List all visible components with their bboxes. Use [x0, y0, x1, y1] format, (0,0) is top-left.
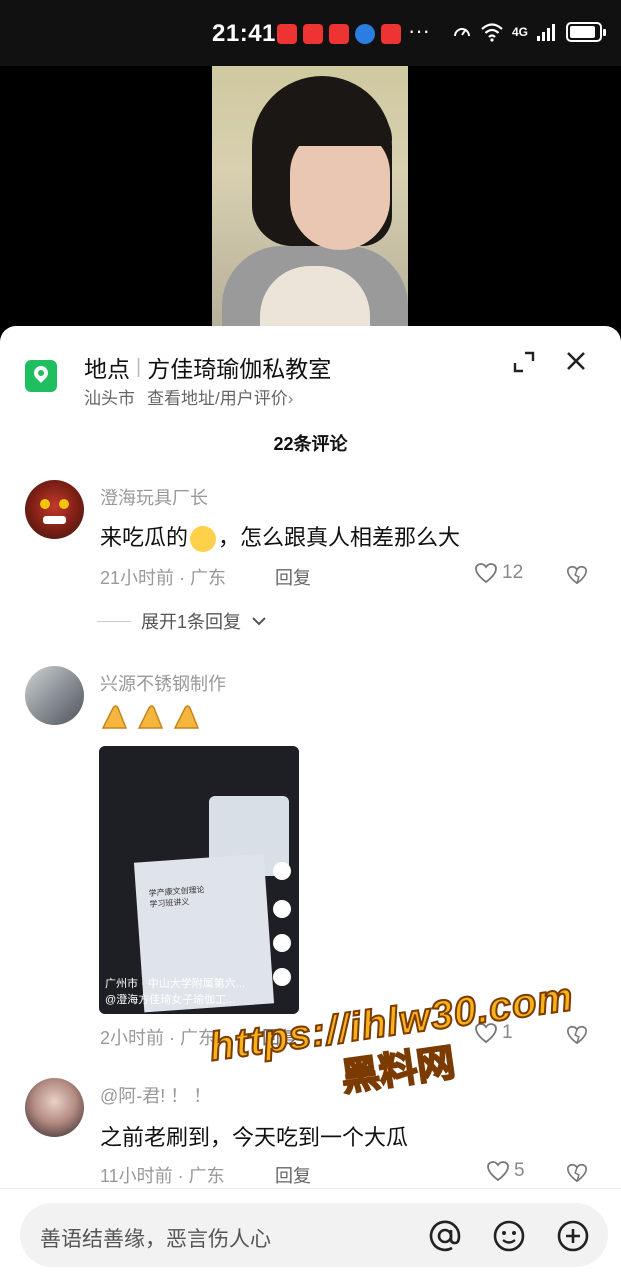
thumbs-up-emoji-icon	[101, 705, 128, 729]
avatar[interactable]	[25, 666, 84, 725]
image-overlay-location: 广州市 · 中山大学附属第六...	[105, 978, 245, 990]
comment-count: 22条评论	[273, 434, 348, 454]
speed-icon	[454, 28, 470, 37]
like-count: 5	[514, 1160, 525, 1181]
expand-icon[interactable]	[512, 350, 536, 374]
avatar-icon	[273, 862, 291, 880]
comment-sheet: 地点 | 方佳琦瑜伽私教室 汕头市 查看地址/用户评价› 22条评论 澄海玩具厂…	[0, 326, 621, 1280]
status-bar: 21:41 ··· 4G	[0, 0, 621, 66]
location-subtitle[interactable]: 汕头市 查看地址/用户评价›	[84, 384, 293, 409]
app-notification-icon	[329, 24, 349, 44]
grinning-sweat-emoji-icon	[190, 526, 217, 553]
comment-time: 11小时前 · 广东	[100, 1166, 225, 1186]
comment-text: 来吃瓜的 ，怎么跟真人相差那么大	[100, 520, 460, 553]
like-count: 12	[502, 562, 524, 583]
comment-input-placeholder: 善语结善缘，恶言伤人心	[40, 1228, 271, 1251]
image-overlay-user: @澄海方佳琦女子瑜伽工...	[105, 994, 236, 1006]
signal-icon	[537, 24, 556, 41]
comment-time: 2小时前 · 广东	[100, 1028, 217, 1048]
system-icons: 4G	[452, 22, 607, 42]
more-notifications-icon: ···	[408, 18, 430, 43]
expand-replies-button[interactable]: 展开1条回复	[97, 608, 267, 634]
emoji-icon[interactable]	[492, 1219, 526, 1253]
battery-icon	[566, 22, 607, 42]
comment-username[interactable]: @阿-君! ！ ！	[100, 1082, 211, 1108]
comment-input-bar: 善语结善缘，恶言伤人心	[0, 1188, 621, 1280]
comment-image[interactable]: 学产康文创理论 学习班讲义 广州市 · 中山大学附属第六... @澄海方佳琦女子瑜…	[99, 746, 299, 1014]
like-button[interactable]: 12	[474, 562, 523, 584]
video-frame	[212, 66, 408, 328]
status-time: 21:41	[212, 20, 276, 47]
image-overlay: 广州市 · 中山大学附属第六... @澄海方佳琦女子瑜伽工...	[105, 976, 245, 1008]
heart-icon	[487, 1161, 509, 1182]
location-place-name: 方佳琦瑜伽私教室	[147, 356, 332, 382]
divider-line	[97, 620, 131, 622]
location-city: 汕头市	[84, 389, 135, 408]
notification-icons	[277, 24, 401, 44]
star-icon	[273, 968, 291, 986]
close-icon[interactable]	[563, 348, 589, 374]
reply-button[interactable]: 回复	[262, 1024, 298, 1050]
video-player[interactable]	[0, 66, 621, 346]
thumbs-up-emoji-icon	[137, 705, 164, 729]
comment-emoji	[100, 704, 202, 736]
app-notification-icon	[303, 24, 323, 44]
comment-time: 21小时前 · 广东	[100, 568, 227, 588]
heart-icon	[273, 900, 291, 918]
dislike-icon[interactable]	[566, 1024, 588, 1046]
app-notification-icon	[381, 24, 401, 44]
location-pin-icon	[25, 360, 57, 392]
add-icon[interactable]	[556, 1219, 590, 1253]
like-button[interactable]: 5	[486, 1160, 525, 1182]
reply-button[interactable]: 回复	[275, 1162, 311, 1188]
comment-username[interactable]: 澄海玩具厂长	[100, 484, 208, 510]
comment-username[interactable]: 兴源不锈钢制作	[100, 670, 226, 696]
dislike-icon[interactable]	[566, 1162, 588, 1184]
comment-item: 澄海玩具厂长 来吃瓜的 ，怎么跟真人相差那么大 21小时前 · 广东 回复 12 …	[0, 480, 621, 632]
comment-item: @阿-君! ！ ！ 之前老刷到，今天吃到一个大瓜 11小时前 · 广东 回复 5	[0, 1078, 621, 1198]
mention-icon[interactable]	[428, 1219, 462, 1253]
reply-button[interactable]: 回复	[275, 564, 311, 590]
avatar[interactable]	[25, 480, 84, 539]
like-button[interactable]: 1	[474, 1022, 513, 1044]
comment-item: 兴源不锈钢制作 学产康文创理论 学习班讲义 广州市 · 中山大学附属第六... @…	[0, 666, 621, 1048]
location-header[interactable]: 地点 | 方佳琦瑜伽私教室 汕头市 查看地址/用户评价›	[0, 326, 621, 426]
location-label: 地点	[84, 356, 130, 382]
location-divider: |	[136, 355, 142, 378]
location-link[interactable]: 查看地址/用户评价›	[147, 384, 293, 409]
wifi-icon	[481, 23, 503, 42]
comment-input[interactable]: 善语结善缘，恶言伤人心	[20, 1203, 608, 1267]
chevron-right-icon: ›	[287, 389, 294, 408]
image-paper-title: 学产康文创理论 学习班讲义	[148, 885, 205, 909]
chevron-down-icon	[252, 617, 266, 626]
comment-icon	[273, 934, 291, 952]
dislike-icon[interactable]	[566, 564, 588, 586]
comment-text: 之前老刷到，今天吃到一个大瓜	[100, 1125, 409, 1150]
heart-icon	[475, 563, 497, 584]
like-count: 1	[502, 1022, 513, 1043]
avatar[interactable]	[25, 1078, 84, 1137]
location-title[interactable]: 地点 | 方佳琦瑜伽私教室	[84, 350, 331, 384]
network-type: 4G	[512, 25, 529, 39]
app-notification-icon	[277, 24, 297, 44]
heart-icon	[475, 1023, 497, 1044]
thumbs-up-emoji-icon	[174, 705, 200, 729]
app-notification-icon	[355, 24, 375, 44]
